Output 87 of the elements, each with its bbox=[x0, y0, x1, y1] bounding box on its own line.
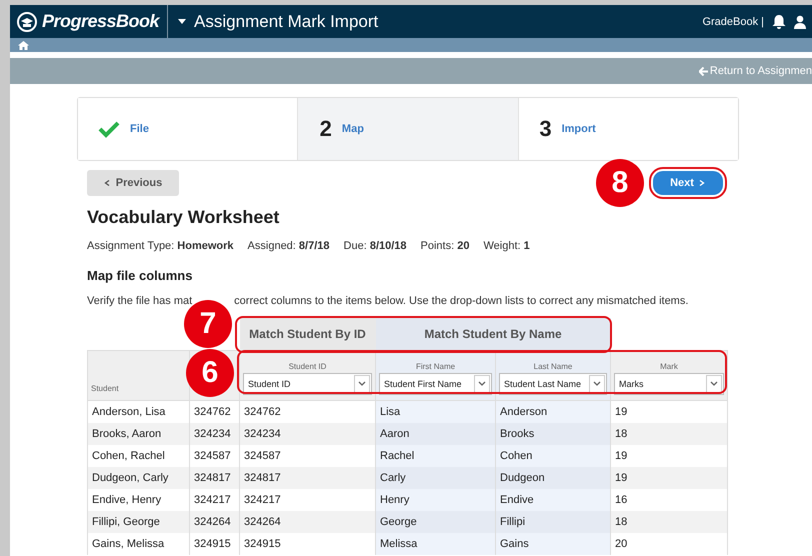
table-cell: Carly bbox=[376, 467, 496, 489]
column-dropdown[interactable]: Marks bbox=[614, 373, 724, 395]
wizard-step[interactable]: 3 Import bbox=[518, 98, 738, 160]
table-cell: 20 bbox=[610, 533, 728, 555]
table-cell: 324915 bbox=[240, 533, 376, 555]
previous-button[interactable]: Previous bbox=[87, 170, 179, 196]
table-cell: 19 bbox=[610, 467, 728, 489]
callout-number: 8 bbox=[596, 159, 644, 207]
table-cell: Gains, Melissa bbox=[88, 533, 190, 555]
table-cell: Rachel bbox=[376, 445, 496, 467]
table-cell: 324217 bbox=[240, 489, 376, 511]
table-cell: 324587 bbox=[240, 445, 376, 467]
logo-icon bbox=[16, 10, 38, 32]
instruction-text: correct columns to the items below. Use the drop-down lists to correct any mismatched items. bbox=[234, 295, 688, 307]
column-header: First Name bbox=[414, 362, 456, 371]
wizard-step[interactable]: 2 Map bbox=[296, 98, 518, 160]
table-cell: 19 bbox=[610, 400, 728, 423]
table-cell: Cohen bbox=[496, 445, 611, 467]
table-cell: 324762 bbox=[190, 400, 240, 423]
assignment-title: Vocabulary Worksheet bbox=[87, 207, 280, 228]
caret-icon bbox=[358, 381, 366, 387]
assignment-detail: Points: 20 bbox=[420, 240, 470, 252]
table-cell: 324587 bbox=[190, 445, 240, 467]
user-icon[interactable] bbox=[794, 14, 806, 28]
instruction-text: Verify the file has mat bbox=[87, 295, 192, 307]
table-cell: Aaron bbox=[376, 423, 496, 445]
column-dropdown[interactable]: Student Last Name bbox=[499, 373, 608, 395]
caret-icon[interactable] bbox=[178, 19, 186, 24]
table-cell: 18 bbox=[610, 423, 728, 445]
assignment-detail: Assignment Type: Homework bbox=[87, 240, 234, 252]
column-header: Student ID bbox=[288, 362, 328, 371]
assignment-detail: Weight: 1 bbox=[483, 240, 530, 252]
section-title: Map file columns bbox=[87, 268, 194, 283]
table-cell: 324817 bbox=[190, 467, 240, 489]
column-header: Last Name bbox=[532, 362, 574, 371]
table-cell: 324217 bbox=[190, 489, 240, 511]
step-number: 2 bbox=[320, 116, 332, 142]
group-header: Match Student By Name bbox=[376, 318, 611, 350]
column-header: Mark bbox=[659, 362, 679, 371]
next-button[interactable]: Next bbox=[653, 171, 723, 195]
table-cell: Fillipi bbox=[496, 511, 611, 533]
table-cell: Dudgeon, Carly bbox=[88, 467, 190, 489]
table-cell: Brooks, Aaron bbox=[88, 423, 190, 445]
home-icon[interactable] bbox=[18, 40, 29, 50]
group-header: Match Student By ID bbox=[240, 318, 376, 350]
table-cell: Endive bbox=[496, 489, 611, 511]
table-cell: 324817 bbox=[240, 467, 376, 489]
table-cell: Endive, Henry bbox=[88, 489, 190, 511]
table-cell: 324264 bbox=[190, 511, 240, 533]
column-dropdown[interactable]: Student First Name bbox=[379, 373, 492, 395]
table-cell: Cohen, Rachel bbox=[88, 445, 190, 467]
arrow-left-icon bbox=[698, 66, 708, 76]
step-label[interactable]: File bbox=[130, 123, 149, 135]
caret-icon bbox=[710, 381, 718, 387]
caret-icon bbox=[478, 381, 486, 387]
table-cell: Lisa bbox=[376, 400, 496, 423]
table-cell: Henry bbox=[376, 489, 496, 511]
page-title: Assignment Mark Import bbox=[194, 12, 378, 32]
step-number: 3 bbox=[539, 116, 552, 142]
table-cell: 324234 bbox=[190, 423, 240, 445]
column-header: Student bbox=[91, 384, 120, 393]
assignment-detail: Assigned: 8/7/18 bbox=[248, 240, 330, 252]
caret-icon bbox=[698, 180, 706, 186]
table-cell: 16 bbox=[610, 489, 728, 511]
table-cell: George bbox=[376, 511, 496, 533]
caret-icon bbox=[593, 381, 602, 387]
table-cell: 324915 bbox=[190, 533, 240, 555]
step-label[interactable]: Map bbox=[342, 123, 364, 135]
gradebook-menu[interactable]: GradeBook | bbox=[702, 16, 764, 28]
check-icon bbox=[98, 120, 120, 138]
table-cell: Gains bbox=[496, 533, 611, 555]
table-cell: Dudgeon bbox=[496, 467, 611, 489]
bell-icon[interactable] bbox=[772, 14, 786, 29]
table-cell: Melissa bbox=[376, 533, 496, 555]
table-cell: Brooks bbox=[496, 423, 611, 445]
table-cell: 324234 bbox=[240, 423, 376, 445]
table-cell: 19 bbox=[610, 445, 728, 467]
caret-icon bbox=[104, 180, 112, 186]
table-cell: 324264 bbox=[240, 511, 376, 533]
column-dropdown[interactable]: Student ID bbox=[243, 373, 372, 395]
table-cell: Anderson, Lisa bbox=[88, 400, 190, 423]
table-cell: 324762 bbox=[240, 400, 376, 423]
assignment-detail: Due: 8/10/18 bbox=[344, 240, 407, 252]
table-cell: 18 bbox=[610, 511, 728, 533]
step-label[interactable]: Import bbox=[562, 123, 596, 135]
table-cell: Anderson bbox=[496, 400, 611, 423]
table-cell: Fillipi, George bbox=[88, 511, 190, 533]
